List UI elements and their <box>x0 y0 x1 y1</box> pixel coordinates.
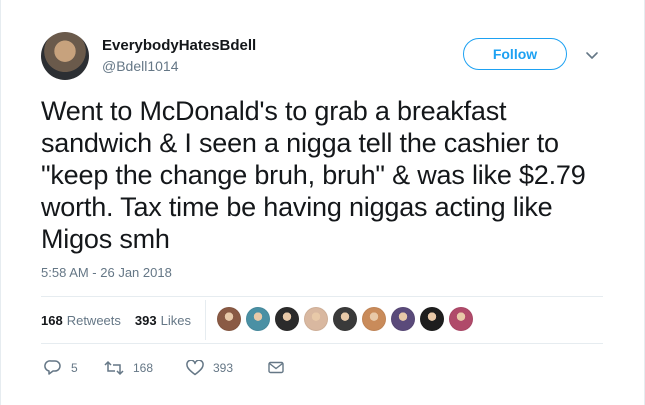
liker-avatar[interactable] <box>217 307 241 331</box>
liker-avatar[interactable] <box>391 307 415 331</box>
reply-icon <box>44 359 62 376</box>
liker-avatar[interactable] <box>449 307 473 331</box>
direct-message-button[interactable] <box>268 361 284 374</box>
stats-separator <box>205 300 206 340</box>
envelope-icon <box>268 361 284 374</box>
tweet-timestamp[interactable]: 5:58 AM - 26 Jan 2018 <box>41 265 172 280</box>
divider-bottom <box>41 343 603 344</box>
likes-count: 393 <box>134 313 157 328</box>
likes-label: Likes <box>160 313 191 328</box>
likes-stat[interactable]: 393 Likes <box>135 313 191 328</box>
divider-top <box>41 296 603 297</box>
liker-avatars <box>217 307 473 331</box>
like-count: 393 <box>213 360 234 375</box>
reply-count: 5 <box>71 360 78 375</box>
retweets-label: Retweets <box>66 313 121 328</box>
retweet-count: 168 <box>133 360 154 375</box>
liker-avatar[interactable] <box>246 307 270 331</box>
liker-avatar[interactable] <box>420 307 444 331</box>
card-border-left <box>0 0 1 405</box>
user-handle[interactable]: @Bdell1014 <box>102 58 179 74</box>
tweet-card: EverybodyHatesBdell @Bdell1014 Follow We… <box>0 0 645 405</box>
retweet-icon <box>104 360 124 376</box>
retweet-button[interactable]: 168 <box>104 360 186 376</box>
engagement-stats: 168 Retweets 393 Likes <box>41 313 191 328</box>
follow-button[interactable]: Follow <box>463 38 567 70</box>
liker-avatar[interactable] <box>304 307 328 331</box>
heart-icon <box>186 359 204 376</box>
display-name[interactable]: EverybodyHatesBdell <box>102 37 256 54</box>
retweets-count: 168 <box>41 313 63 328</box>
like-button[interactable]: 393 <box>186 359 268 376</box>
avatar[interactable] <box>41 32 89 80</box>
liker-avatar[interactable] <box>362 307 386 331</box>
chevron-down-icon[interactable] <box>585 48 599 62</box>
tweet-actions: 5 168 393 <box>44 359 284 376</box>
retweets-stat[interactable]: 168 Retweets <box>41 313 121 328</box>
reply-button[interactable]: 5 <box>44 359 104 376</box>
liker-avatar[interactable] <box>275 307 299 331</box>
tweet-text: Went to McDonald's to grab a breakfast s… <box>41 96 586 254</box>
liker-avatar[interactable] <box>333 307 357 331</box>
